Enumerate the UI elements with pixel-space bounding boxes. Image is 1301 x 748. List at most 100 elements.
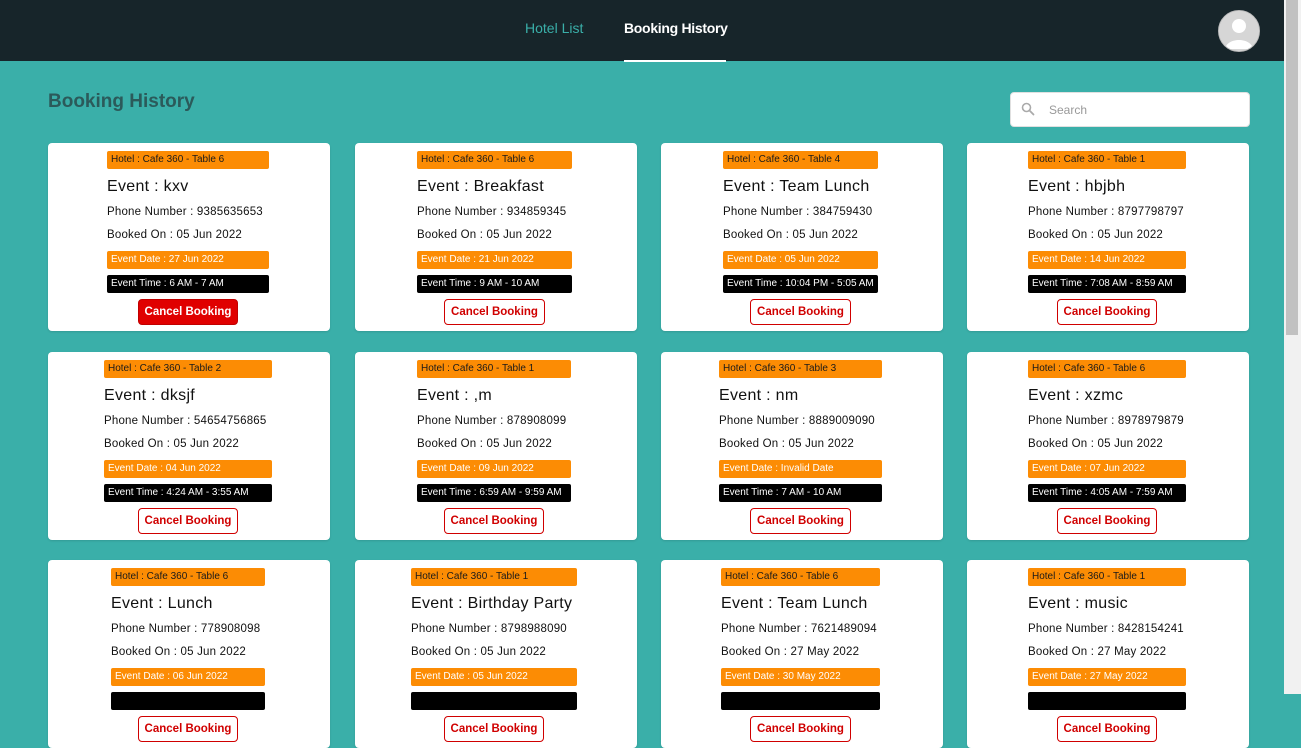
event-time-tag: Event Time : 6 AM - 7 AM [107,275,269,293]
event-name: Event : dksjf [104,387,196,404]
hotel-tag: Hotel : Cafe 360 - Table 6 [721,568,880,586]
event-time-tag: Event Time : 4:05 AM - 7:59 AM [1028,484,1186,502]
hotel-tag: Hotel : Cafe 360 - Table 6 [111,568,265,586]
hotel-tag: Hotel : Cafe 360 - Table 6 [417,151,572,169]
event-time-tag [1028,692,1186,710]
avatar[interactable] [1218,10,1260,52]
booking-card: Hotel : Cafe 360 - Table 6 Event : Breakf… [355,143,637,331]
phone-number: Phone Number : 878908099 [417,415,567,427]
booked-on: Booked On : 05 Jun 2022 [411,646,547,658]
hotel-tag: Hotel : Cafe 360 - Table 2 [104,360,272,378]
event-date-tag: Event Date : 06 Jun 2022 [111,668,265,686]
cancel-booking-button[interactable]: Cancel Booking [750,508,851,534]
event-name: Event : nm [719,387,799,404]
hotel-tag: Hotel : Cafe 360 - Table 1 [417,360,571,378]
cancel-booking-button[interactable]: Cancel Booking [443,508,545,534]
booking-card: Hotel : Cafe 360 - Table 1 Event : music P… [967,560,1249,748]
cancel-booking-button[interactable]: Cancel Booking [1056,716,1158,742]
search-icon [1021,102,1035,121]
nav-booking-history[interactable]: Booking History [624,20,728,36]
booked-on: Booked On : 05 Jun 2022 [723,229,859,241]
booked-on: Booked On : 05 Jun 2022 [1028,229,1164,241]
event-name: Event : Team Lunch [723,178,870,195]
booking-card: Hotel : Cafe 360 - Table 6 Event : Lunch P… [48,560,330,748]
user-icon [1219,11,1259,51]
booked-on: Booked On : 05 Jun 2022 [1028,438,1164,450]
phone-number: Phone Number : 9385635653 [107,206,263,218]
booked-on: Booked On : 27 May 2022 [721,646,860,658]
phone-number: Phone Number : 8798988090 [411,623,567,635]
search-input[interactable] [1047,100,1241,120]
booking-card: Hotel : Cafe 360 - Table 3 Event : nm Phon… [661,352,943,540]
booking-card: Hotel : Cafe 360 - Table 2 Event : dksjf P… [48,352,330,540]
hotel-tag: Hotel : Cafe 360 - Table 1 [1028,568,1186,586]
booked-on: Booked On : 27 May 2022 [1028,646,1167,658]
phone-number: Phone Number : 934859345 [417,206,567,218]
phone-number: Phone Number : 54654756865 [104,415,267,427]
event-name: Event : kxv [107,178,189,195]
top-navbar: Hotel List Booking History [0,0,1284,62]
event-date-tag: Event Date : Invalid Date [719,460,882,478]
event-time-tag: Event Time : 10:04 PM - 5:05 AM [723,275,878,293]
event-date-tag: Event Date : 04 Jun 2022 [104,460,272,478]
booked-on: Booked On : 05 Jun 2022 [104,438,240,450]
hotel-tag: Hotel : Cafe 360 - Table 4 [723,151,878,169]
booking-card: Hotel : Cafe 360 - Table 6 Event : kxv Pho… [48,143,330,331]
scrollbar-thumb[interactable] [1286,0,1298,335]
cancel-booking-button[interactable]: Cancel Booking [750,299,851,325]
page-title: Booking History [48,91,195,112]
booked-on: Booked On : 05 Jun 2022 [111,646,247,658]
search-box[interactable] [1010,92,1250,127]
event-time-tag [721,692,880,710]
phone-number: Phone Number : 8978979879 [1028,415,1184,427]
cancel-booking-button[interactable]: Cancel Booking [1056,299,1158,325]
event-name: Event : Birthday Party [411,595,573,612]
booking-card: Hotel : Cafe 360 - Table 6 Event : Team L… [661,560,943,748]
event-time-tag: Event Time : 7:08 AM - 8:59 AM [1028,275,1186,293]
booking-card: Hotel : Cafe 360 - Table 6 Event : xzmc Ph… [967,352,1249,540]
event-date-tag: Event Date : 21 Jun 2022 [417,251,572,269]
booked-on: Booked On : 05 Jun 2022 [719,438,855,450]
cancel-booking-button[interactable]: Cancel Booking [444,299,545,325]
event-date-tag: Event Date : 14 Jun 2022 [1028,251,1186,269]
phone-number: Phone Number : 778908098 [111,623,261,635]
booked-on: Booked On : 05 Jun 2022 [417,229,553,241]
booking-card: Hotel : Cafe 360 - Table 1 Event : hbjbh P… [967,143,1249,331]
event-date-tag: Event Date : 05 Jun 2022 [723,251,878,269]
booked-on: Booked On : 05 Jun 2022 [417,438,553,450]
event-time-tag: Event Time : 4:24 AM - 3:55 AM [104,484,272,502]
phone-number: Phone Number : 7621489094 [721,623,877,635]
event-name: Event : Breakfast [417,178,544,195]
event-date-tag: Event Date : 30 May 2022 [721,668,880,686]
event-name: Event : music [1028,595,1128,612]
event-date-tag: Event Date : 09 Jun 2022 [417,460,571,478]
event-time-tag [111,692,265,710]
event-name: Event : hbjbh [1028,178,1126,195]
booking-card: Hotel : Cafe 360 - Table 1 Event : Birthd… [355,560,637,748]
cancel-booking-button[interactable]: Cancel Booking [750,716,851,742]
cancel-booking-button[interactable]: Cancel Booking [1056,508,1158,534]
nav-hotel-list[interactable]: Hotel List [525,20,583,36]
event-name: Event : Team Lunch [721,595,868,612]
cancel-booking-button[interactable]: Cancel Booking [137,299,239,325]
hotel-tag: Hotel : Cafe 360 - Table 3 [719,360,882,378]
phone-number: Phone Number : 384759430 [723,206,873,218]
cancel-booking-button[interactable]: Cancel Booking [137,716,239,742]
event-time-tag [411,692,577,710]
event-time-tag: Event Time : 9 AM - 10 AM [417,275,572,293]
cancel-booking-button[interactable]: Cancel Booking [137,508,239,534]
phone-number: Phone Number : 8889009090 [719,415,875,427]
cancel-booking-button[interactable]: Cancel Booking [443,716,545,742]
event-date-tag: Event Date : 27 May 2022 [1028,668,1186,686]
booked-on: Booked On : 05 Jun 2022 [107,229,243,241]
booking-card: Hotel : Cafe 360 - Table 1 Event : ,m Phon… [355,352,637,540]
hotel-tag: Hotel : Cafe 360 - Table 6 [1028,360,1186,378]
event-date-tag: Event Date : 05 Jun 2022 [411,668,577,686]
phone-number: Phone Number : 8428154241 [1028,623,1184,635]
event-name: Event : xzmc [1028,387,1124,404]
hotel-tag: Hotel : Cafe 360 - Table 1 [1028,151,1186,169]
active-tab-indicator [624,60,726,62]
event-time-tag: Event Time : 7 AM - 10 AM [719,484,882,502]
event-name: Event : Lunch [111,595,213,612]
event-time-tag: Event Time : 6:59 AM - 9:59 AM [417,484,571,502]
